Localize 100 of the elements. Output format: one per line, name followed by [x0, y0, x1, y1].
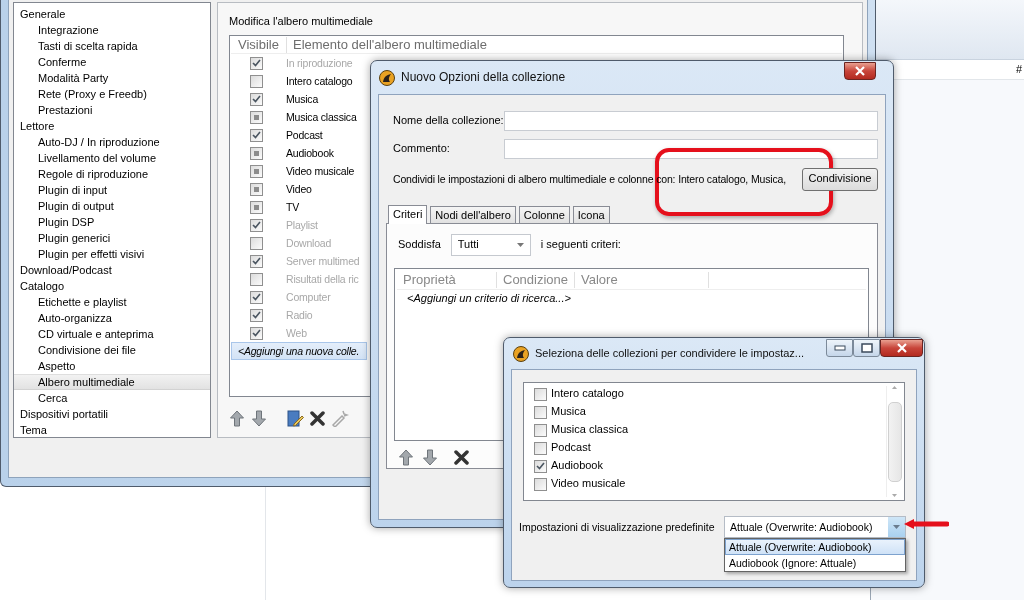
annotation-arrow: [903, 518, 949, 530]
tree-item[interactable]: Integrazione: [14, 22, 210, 38]
column-header[interactable]: Elemento dell'albero multimediale: [287, 37, 487, 53]
tree-item[interactable]: Catalogo: [14, 278, 210, 294]
collection-name[interactable]: Video: [281, 182, 312, 196]
tree-item[interactable]: Auto-DJ / In riproduzione: [14, 134, 210, 150]
tree-item[interactable]: Download/Podcast: [14, 262, 210, 278]
match-suffix: i seguenti criteri:: [540, 238, 621, 252]
panel-title: Modifica l'albero multimediale: [229, 15, 374, 29]
checkbox[interactable]: [249, 272, 263, 286]
collection-name[interactable]: Musica classica: [551, 423, 629, 437]
checkbox[interactable]: [534, 441, 547, 455]
checkbox[interactable]: [534, 459, 547, 473]
tree-item[interactable]: Auto-organizza: [14, 310, 210, 326]
checkbox[interactable]: [534, 423, 547, 437]
tree-item[interactable]: Lettore: [14, 118, 210, 134]
tree-item[interactable]: Livellamento del volume: [14, 150, 210, 166]
tree-item[interactable]: Plugin di input: [14, 182, 210, 198]
delete-icon[interactable]: [310, 410, 325, 426]
close-button[interactable]: [880, 339, 923, 357]
collection-name[interactable]: Intero catalogo: [551, 387, 624, 401]
collection-name[interactable]: Video musicale: [281, 164, 355, 178]
collection-name[interactable]: Video musicale: [551, 477, 626, 491]
scroll-down-icon[interactable]: [892, 494, 897, 497]
collection-name[interactable]: Intero catalogo: [281, 74, 353, 88]
collection-name[interactable]: Musica: [551, 405, 586, 419]
tree-item[interactable]: Tasti di scelta rapida: [14, 38, 210, 54]
maximize-button[interactable]: [853, 339, 880, 357]
tree-item[interactable]: Plugin per effetti visivi: [14, 246, 210, 262]
window-title: Seleziona delle collezioni per condividere le impostaz...: [535, 346, 805, 361]
app-logo-icon: [513, 345, 529, 362]
input-field[interactable]: [504, 111, 878, 131]
dropdown-option[interactable]: Audiobook (Ignore: Attuale): [725, 555, 905, 571]
dropdown-option[interactable]: Attuale (Overwrite: Audiobook): [725, 539, 905, 555]
scrollbar[interactable]: [886, 386, 902, 497]
column-header[interactable]: #: [1015, 62, 1022, 77]
add-criterion-row[interactable]: <Aggiungi un criterio di ricerca...>: [397, 292, 866, 306]
tree-item[interactable]: Plugin DSP: [14, 214, 210, 230]
down-arrow-icon[interactable]: [251, 409, 267, 427]
collection-name[interactable]: Audiobook: [281, 146, 334, 160]
checkbox[interactable]: [249, 74, 263, 88]
checkbox[interactable]: [249, 110, 263, 124]
column-header[interactable]: Valore: [575, 272, 709, 288]
tree-item[interactable]: Conferme: [14, 54, 210, 70]
tree-item[interactable]: CD virtuale e anteprima: [14, 326, 210, 342]
tree-item[interactable]: Rete (Proxy e Freedb): [14, 86, 210, 102]
edit-icon[interactable]: [287, 409, 304, 427]
window-title: Nuovo Opzioni della collezione: [401, 70, 566, 85]
collection-name[interactable]: Podcast: [281, 128, 323, 142]
tree-item[interactable]: Condivisione dei file: [14, 342, 210, 358]
share-button[interactable]: Condivisione: [802, 167, 878, 191]
close-button[interactable]: [844, 62, 876, 80]
tree-item[interactable]: Etichette e playlist: [14, 294, 210, 310]
scroll-up-icon[interactable]: [892, 386, 897, 389]
caret-icon: [516, 243, 524, 247]
column-header[interactable]: Visibile: [231, 37, 287, 53]
checkbox[interactable]: [534, 405, 547, 419]
tree-item[interactable]: Modalità Party: [14, 70, 210, 86]
checkbox[interactable]: [249, 146, 263, 160]
tab[interactable]: Criteri: [388, 205, 428, 224]
maximize-icon: [860, 343, 873, 353]
up-arrow-icon[interactable]: [229, 409, 245, 427]
close-icon: [854, 66, 866, 76]
tab[interactable]: Colonne: [518, 206, 570, 223]
input-field[interactable]: [504, 139, 878, 159]
tree-item[interactable]: Albero multimediale: [14, 374, 210, 390]
down-arrow-icon[interactable]: [422, 449, 438, 466]
tree-item[interactable]: Aspetto: [14, 358, 210, 374]
tree-item[interactable]: Tema: [14, 422, 210, 438]
collection-name[interactable]: Musica classica: [281, 110, 357, 124]
tree-item[interactable]: Regole di riproduzione: [14, 166, 210, 182]
checkbox[interactable]: [249, 236, 263, 250]
collection-name[interactable]: TV: [281, 200, 300, 214]
delete-icon[interactable]: [454, 450, 469, 465]
tree-item[interactable]: Prestazioni: [14, 102, 210, 118]
tree-item[interactable]: Generale: [14, 6, 210, 22]
tree-item[interactable]: Dispositivi portatili: [14, 406, 210, 422]
column-header[interactable]: Proprietà: [397, 272, 497, 288]
up-arrow-icon[interactable]: [398, 449, 414, 466]
minimize-button[interactable]: [826, 339, 853, 357]
tab[interactable]: Nodi dell'albero: [430, 206, 516, 223]
close-icon: [895, 343, 908, 353]
tab[interactable]: Icona: [572, 206, 610, 223]
tree-item[interactable]: Cerca: [14, 390, 210, 406]
collection-name[interactable]: Podcast: [551, 441, 591, 455]
column-header[interactable]: Condizione: [497, 272, 575, 288]
checkbox[interactable]: [534, 477, 547, 491]
field-label: Commento:: [393, 142, 451, 156]
add-collection-row[interactable]: <Aggiungi una nuova colle.: [231, 342, 367, 361]
checkbox[interactable]: [534, 387, 547, 401]
checkbox[interactable]: [249, 164, 263, 178]
default-view-dropdown[interactable]: Attuale (Overwrite: Audiobook): [724, 516, 906, 538]
match-dropdown[interactable]: Tutti: [450, 234, 531, 256]
tree-item[interactable]: Plugin di output: [14, 198, 210, 214]
collection-name[interactable]: Audiobook: [551, 459, 603, 473]
checkbox[interactable]: [249, 182, 263, 196]
minimize-icon: [833, 345, 846, 351]
collection-name[interactable]: Musica: [281, 92, 319, 106]
checkbox[interactable]: [249, 200, 263, 214]
tree-item[interactable]: Plugin generici: [14, 230, 210, 246]
